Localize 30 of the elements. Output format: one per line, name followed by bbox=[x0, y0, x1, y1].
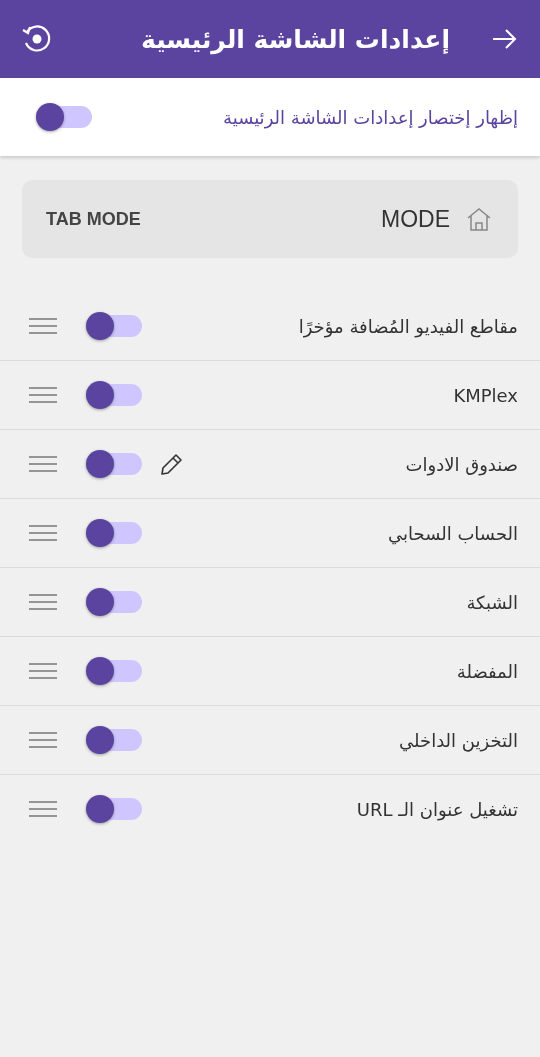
reset-icon[interactable] bbox=[20, 23, 52, 55]
toggle-switch[interactable] bbox=[86, 311, 142, 341]
drag-handle-icon[interactable] bbox=[29, 455, 57, 473]
toggle-switch[interactable] bbox=[36, 102, 92, 132]
toggle-switch[interactable] bbox=[86, 656, 142, 686]
toggle-switch[interactable] bbox=[86, 449, 142, 479]
toggle-switch[interactable] bbox=[86, 518, 142, 548]
tab-mode-label[interactable]: TAB MODE bbox=[46, 208, 141, 230]
drag-handle-icon[interactable] bbox=[29, 386, 57, 404]
shortcut-label: إظهار إختصار إعدادات الشاشة الرئيسية bbox=[223, 106, 518, 128]
toggle-switch[interactable] bbox=[86, 794, 142, 824]
toggle-switch[interactable] bbox=[86, 587, 142, 617]
screen-title: إعدادات الشاشة الرئيسية bbox=[139, 24, 451, 54]
item-label: مقاطع الفيديو المُضافة مؤخرًا bbox=[298, 315, 518, 337]
item-label: صندوق الادوات bbox=[405, 453, 518, 475]
item-label: الحساب السحابي bbox=[388, 522, 518, 544]
item-label: KMPlex bbox=[453, 384, 518, 406]
item-label: الشبكة bbox=[466, 591, 518, 613]
drag-handle-icon[interactable] bbox=[29, 662, 57, 680]
item-label: تشغيل عنوان الـ URL bbox=[356, 798, 518, 820]
item-label: المفضلة bbox=[456, 660, 518, 682]
mode-label: MODE bbox=[381, 205, 450, 233]
drag-handle-icon[interactable] bbox=[29, 800, 57, 818]
item-label: التخزين الداخلي bbox=[399, 729, 518, 751]
drag-handle-icon[interactable] bbox=[29, 593, 57, 611]
drag-handle-icon[interactable] bbox=[29, 731, 57, 749]
toggle-switch[interactable] bbox=[86, 725, 142, 755]
drag-handle-icon[interactable] bbox=[29, 524, 57, 542]
toggle-switch[interactable] bbox=[86, 380, 142, 410]
drag-handle-icon[interactable] bbox=[29, 317, 57, 335]
